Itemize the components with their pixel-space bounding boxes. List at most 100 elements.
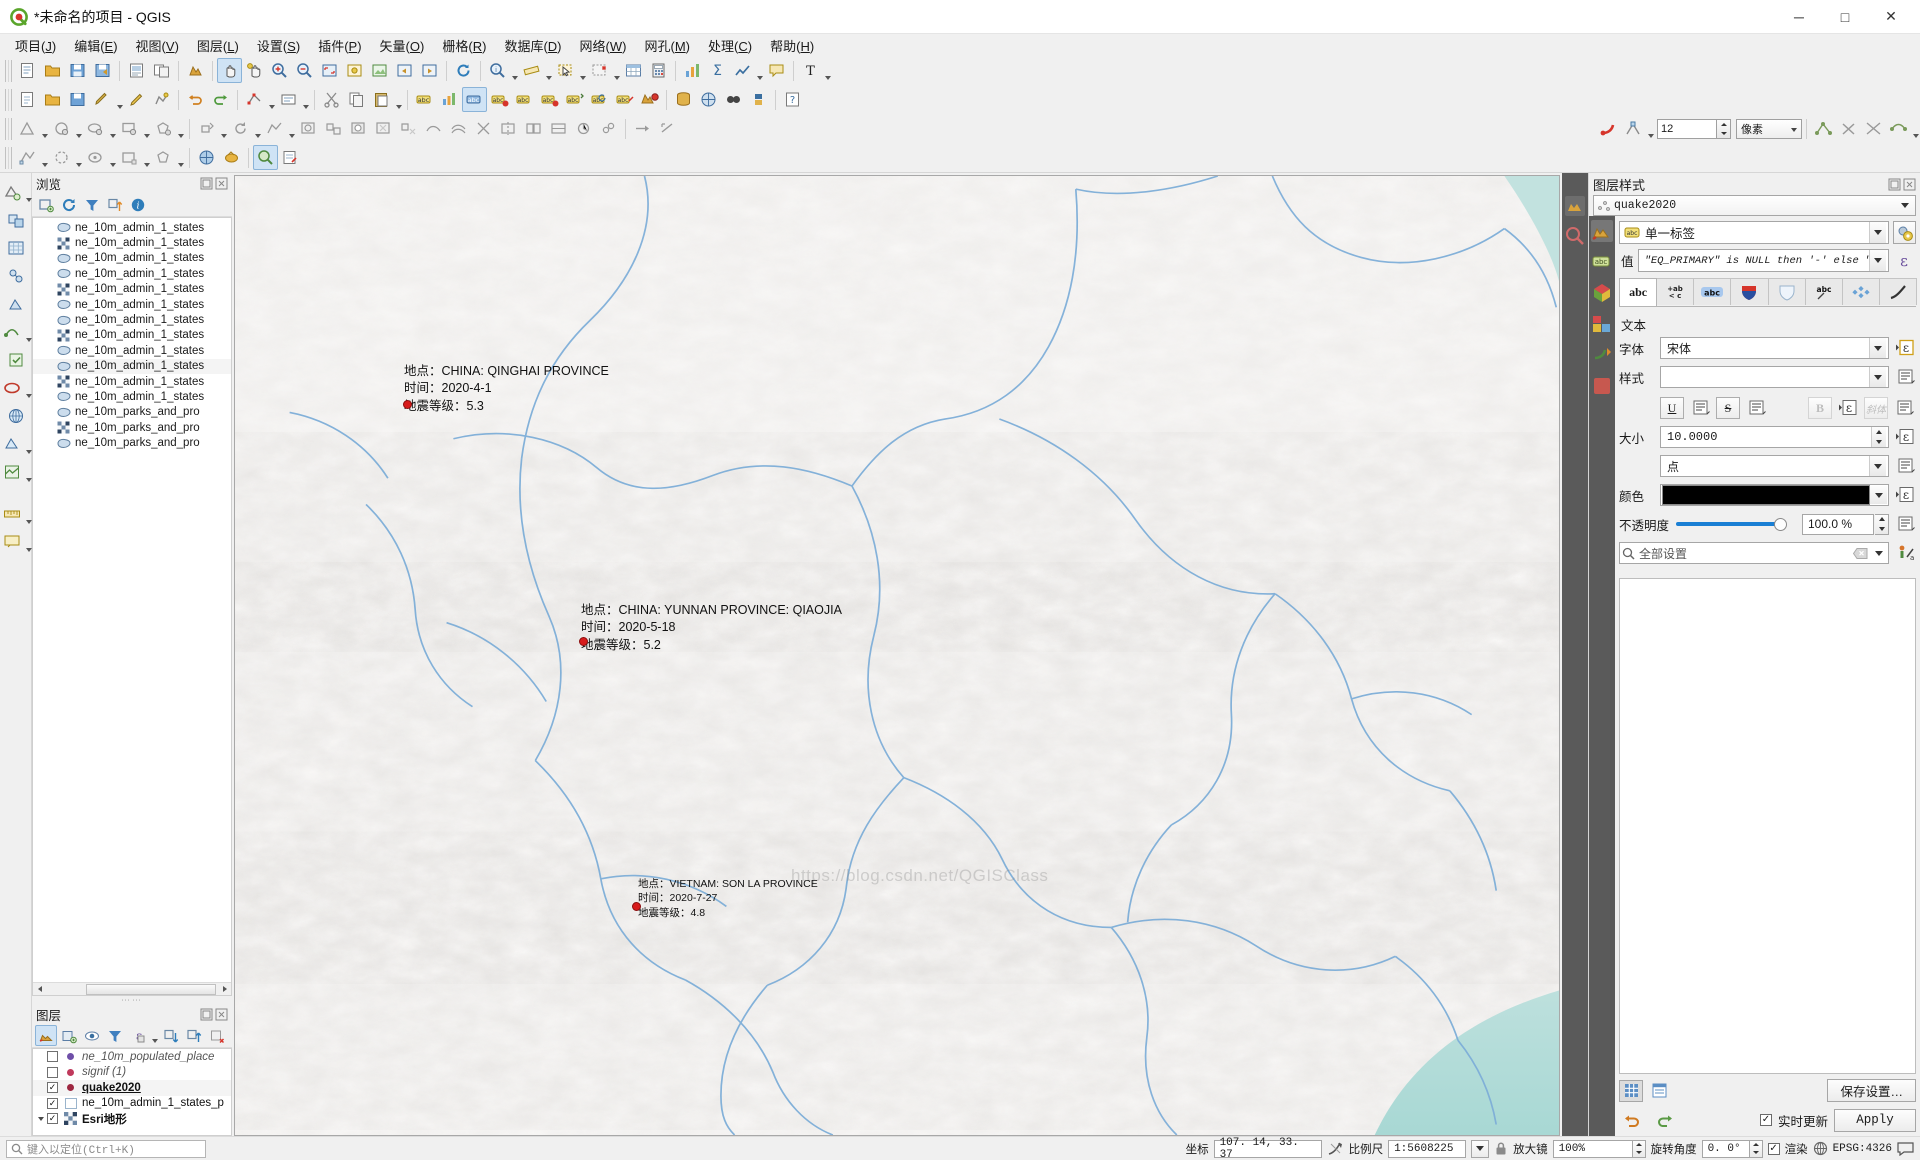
bold-override-icon[interactable]: ε (1836, 397, 1860, 419)
coordinate-value[interactable]: 107. 14, 33. 37 (1214, 1140, 1322, 1158)
rotation-spinner[interactable] (1750, 1140, 1763, 1158)
menu-10[interactable]: 网络(W) (571, 34, 636, 57)
move-label-button[interactable]: abc (562, 87, 587, 112)
delete-part-button[interactable] (396, 116, 421, 141)
add-ellipse-dropdown-arrow[interactable] (108, 116, 117, 141)
earthquake-point-marker[interactable] (632, 902, 641, 911)
scale-value[interactable]: 1:5608225 (1388, 1140, 1466, 1158)
layer-visibility-checkbox[interactable]: ✓ (47, 1113, 58, 1124)
mesh-digitizing-button[interactable] (15, 145, 40, 170)
delete-ring-button[interactable] (371, 116, 396, 141)
font-data-defined-override-icon[interactable]: ε (1894, 337, 1916, 359)
layer-visibility-checkbox[interactable] (47, 1067, 58, 1078)
layer-diagram-button[interactable] (437, 87, 462, 112)
redo-button[interactable] (208, 87, 233, 112)
fill-ring-button[interactable] (346, 116, 371, 141)
expand-all-icon[interactable] (160, 1025, 182, 1046)
browser-item[interactable]: ne_10m_admin_1_states (33, 266, 231, 281)
earthquake-point-marker[interactable] (579, 637, 588, 646)
map-tips-button[interactable] (764, 58, 789, 83)
apply-button[interactable]: Apply (1834, 1109, 1916, 1132)
style-dock-button[interactable] (637, 87, 662, 112)
add-spatialite-layer-button[interactable] (0, 319, 25, 345)
refresh-button[interactable] (451, 58, 476, 83)
maximize-button[interactable]: □ (1822, 1, 1868, 33)
strikethrough-override-icon[interactable] (1744, 397, 1768, 419)
add-wcs-layer-button[interactable] (0, 459, 25, 485)
modify-attributes-button[interactable] (276, 87, 301, 112)
browser-item[interactable]: ne_10m_parks_and_pro (33, 435, 231, 450)
new-shapefile-layer-button[interactable] (15, 87, 40, 112)
add-oracle-layer-button[interactable] (0, 375, 25, 401)
add-rectangle-dropdown-arrow[interactable] (142, 116, 151, 141)
snapping-on-intersection-button[interactable] (1861, 116, 1886, 141)
settings-search-dropdown-arrow[interactable] (1872, 551, 1886, 556)
mesh-transform-dropdown-arrow[interactable] (108, 145, 117, 170)
size-spinner[interactable] (1871, 427, 1886, 447)
value-expression-dropdown-arrow[interactable] (1869, 250, 1886, 271)
label-settings-button[interactable]: abc (462, 87, 487, 112)
measure-line-tool-button[interactable] (0, 501, 25, 527)
browser-panel-float-icon[interactable] (200, 177, 213, 190)
cut-features-button[interactable] (319, 87, 344, 112)
map-canvas[interactable]: https://blog.csdn.net/QGISClass 地点：CHINA… (234, 175, 1560, 1136)
add-part-button[interactable] (321, 116, 346, 141)
menu-9[interactable]: 数据库(D) (495, 34, 570, 57)
tab-buffer[interactable]: abc (1693, 278, 1731, 305)
snapping-tolerance-spinner[interactable] (1717, 119, 1731, 139)
render-checkbox[interactable]: ✓ (1768, 1143, 1780, 1155)
filter-legend-icon[interactable] (104, 1025, 126, 1046)
menu-12[interactable]: 处理(C) (699, 34, 761, 57)
browser-item[interactable]: ne_10m_admin_1_states (33, 374, 231, 389)
layers-panel-float-icon[interactable] (200, 1008, 213, 1021)
measure-button[interactable] (519, 58, 544, 83)
split-parts-button[interactable] (496, 116, 521, 141)
earthquake-point-marker[interactable] (403, 400, 412, 409)
magnifier-spinner[interactable] (1633, 1140, 1646, 1158)
browser-item[interactable]: ne_10m_parks_and_pro (33, 420, 231, 435)
move-feature-button[interactable] (194, 116, 219, 141)
remove-layer-icon[interactable] (206, 1025, 228, 1046)
help-button[interactable]: ? (780, 87, 805, 112)
merge-attributes-button[interactable] (546, 116, 571, 141)
browser-item[interactable]: ne_10m_admin_1_states (33, 220, 231, 235)
layer-row[interactable]: ✓quake2020 (33, 1080, 231, 1096)
zoom-to-selection-button[interactable] (342, 58, 367, 83)
save-layer-edits-button[interactable] (65, 87, 90, 112)
size-unit-combo[interactable]: 点 (1660, 455, 1889, 477)
browser-properties-icon[interactable]: i (127, 194, 149, 215)
open-project-button[interactable] (40, 58, 65, 83)
browser-item[interactable]: ne_10m_admin_1_states (33, 328, 231, 343)
browser-item[interactable]: ne_10m_admin_1_states (33, 282, 231, 297)
layout-manager-button[interactable] (149, 58, 174, 83)
text-annotation-dropdown-arrow[interactable] (823, 58, 832, 83)
menu-3[interactable]: 视图(V) (127, 34, 188, 57)
browser-scroll-left-icon[interactable] (33, 983, 46, 996)
tab-mask[interactable] (1730, 278, 1768, 305)
add-selected-layers-icon[interactable] (35, 194, 57, 215)
mesh-select-dropdown-arrow[interactable] (74, 145, 83, 170)
magnifier-value[interactable]: 100% (1553, 1140, 1633, 1158)
browser-item[interactable]: ne_10m_admin_1_states (33, 297, 231, 312)
locator-search-input[interactable]: 键入以定位(Ctrl+K) (6, 1140, 206, 1158)
toolbar-grip[interactable] (5, 147, 12, 169)
simplify-dropdown-arrow[interactable] (287, 116, 296, 141)
coordinate-capture-icon[interactable] (1327, 1140, 1344, 1157)
zoom-to-layer-button[interactable] (367, 58, 392, 83)
add-annotation-button[interactable] (0, 529, 25, 555)
tab-background[interactable] (1768, 278, 1806, 305)
new-project-button[interactable] (15, 58, 40, 83)
enable-snapping-button[interactable] (1596, 116, 1621, 141)
label-toggle-button[interactable]: abc (412, 87, 437, 112)
save-project-button[interactable] (65, 58, 90, 83)
strikethrough-button[interactable]: S (1716, 397, 1740, 419)
show-hide-labels-button[interactable]: abc (537, 87, 562, 112)
split-features-button[interactable] (471, 116, 496, 141)
masks-section-icon[interactable] (1591, 313, 1613, 335)
open-attribute-table-button[interactable] (621, 58, 646, 83)
tab-placement[interactable] (1879, 278, 1917, 305)
browser-tree[interactable]: ne_10m_admin_1_statesne_10m_admin_1_stat… (32, 217, 232, 996)
add-ellipse-feature-button[interactable] (83, 116, 108, 141)
label-engine-settings-button[interactable] (1893, 221, 1916, 244)
menu-7[interactable]: 矢量(O) (371, 34, 434, 57)
